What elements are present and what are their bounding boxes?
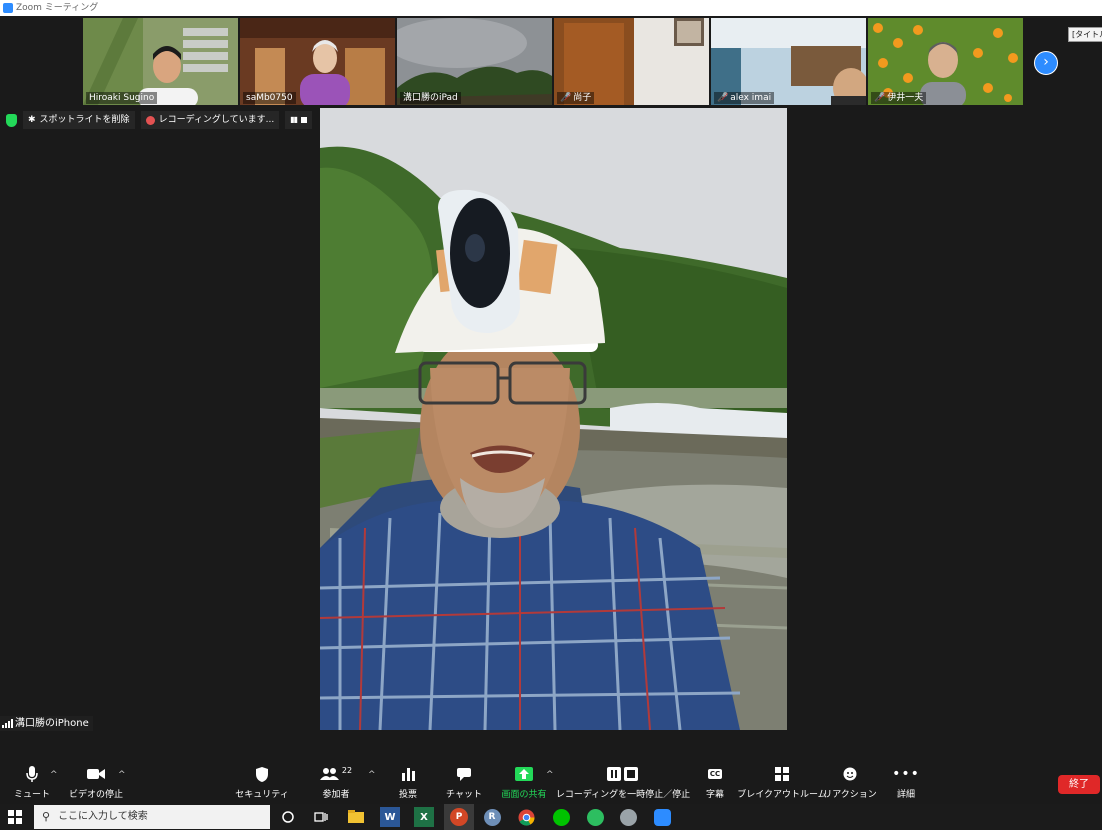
recording-icon: [145, 115, 155, 125]
recording-control-label: レコーディングを一時停止／停止: [555, 790, 691, 800]
microphone-icon: [25, 764, 39, 784]
active-speaker-name: 溝口勝のiPhone: [15, 718, 89, 729]
polls-label: 投票: [398, 790, 417, 800]
stop-video-label: ビデオの停止: [68, 790, 123, 800]
recording-control-button[interactable]: レコーディングを一時停止／停止: [556, 764, 690, 802]
polls-bar-chart-icon: [401, 764, 415, 784]
evernote-icon[interactable]: [585, 807, 605, 827]
window-title: Zoom ミーティング: [16, 3, 99, 13]
reactions-button[interactable]: リアクション: [823, 764, 877, 802]
share-screen-icon: [515, 764, 533, 784]
excel-icon[interactable]: X: [414, 807, 434, 827]
task-view-icon[interactable]: [311, 807, 331, 827]
file-explorer-icon[interactable]: [346, 807, 366, 827]
participant-name: 🎤̸ 尚子: [557, 92, 595, 104]
video-options-caret-icon[interactable]: ^: [118, 770, 126, 780]
meeting-status-bar: ✱ スポットライトを削除 レコーディングしています... ▮▮: [6, 111, 313, 129]
active-speaker-video: [320, 108, 787, 730]
participant-tile[interactable]: 🎤̸ 伊井一夫: [868, 18, 1023, 105]
recording-indicator: レコーディングしています...: [140, 111, 280, 129]
security-button[interactable]: セキュリティ: [235, 764, 289, 802]
participant-name: 溝口勝のiPad: [400, 92, 461, 104]
participants-icon: 22: [319, 764, 353, 784]
signal-strength-icon: [2, 719, 13, 728]
mic-muted-icon: 🎤̸: [560, 93, 572, 103]
more-label: 詳細: [896, 790, 915, 800]
chrome-icon[interactable]: [516, 807, 536, 827]
r-icon[interactable]: R: [482, 807, 502, 827]
next-page-arrow-icon[interactable]: ›: [1034, 51, 1058, 75]
recording-pause-stop: ▮▮: [285, 111, 313, 129]
chat-button[interactable]: チャット: [446, 764, 482, 802]
reactions-label: リアクション: [823, 790, 877, 800]
participants-strip: Hiroaki Sugino saMb0750 溝口勝のiPad 🎤̸ 尚子 🎤…: [0, 16, 1102, 106]
security-label: セキュリティ: [235, 790, 289, 800]
stop-video-button[interactable]: ビデオの停止: [68, 764, 124, 802]
remove-spotlight-button[interactable]: ✱ スポットライトを削除: [23, 111, 135, 129]
participant-tile[interactable]: 溝口勝のiPad: [397, 18, 552, 105]
participant-name: saMb0750: [243, 92, 296, 104]
remove-spotlight-label: スポットライトを削除: [39, 115, 130, 125]
powerpoint-icon[interactable]: P: [444, 804, 474, 830]
share-screen-label: 画面の共有: [501, 790, 547, 800]
taskbar-search-placeholder: ここに入力して検索: [58, 811, 148, 822]
pause-stop-recording-icon: [607, 764, 639, 784]
participants-label: 参加者: [322, 790, 350, 800]
security-shield-icon: [255, 764, 269, 784]
captions-button[interactable]: CC 字幕: [702, 764, 728, 802]
app-icon[interactable]: [618, 807, 638, 827]
more-dots-icon: •••: [892, 766, 920, 782]
audio-options-caret-icon[interactable]: ^: [50, 770, 58, 780]
cortana-circle-icon[interactable]: [278, 807, 298, 827]
more-button[interactable]: ••• 詳細: [892, 764, 920, 802]
video-camera-icon: [86, 764, 106, 784]
windows-taskbar: ⚲ ここに入力して検索 W X P R: [0, 804, 1102, 830]
participants-options-caret-icon[interactable]: ^: [368, 770, 376, 780]
active-speaker-label: 溝口勝のiPhone: [0, 716, 93, 731]
zoom-icon[interactable]: [652, 807, 672, 827]
mute-button[interactable]: ミュート: [14, 764, 50, 802]
breakout-rooms-grid-icon: [775, 764, 789, 784]
polls-button[interactable]: 投票: [394, 764, 422, 802]
mic-muted-icon: 🎤̸: [874, 93, 886, 103]
security-shield-icon[interactable]: [6, 113, 17, 127]
tooltip: [タイトル: [1068, 27, 1102, 42]
meeting-controls-bar: ミュート ^ ビデオの停止 ^ セキュリティ 22 参加者 ^ 投票 チャット: [0, 758, 1102, 804]
search-icon: ⚲: [42, 810, 51, 823]
smiley-reaction-icon: [842, 764, 858, 784]
closed-captions-icon: CC: [707, 769, 723, 779]
breakout-rooms-label: ブレイクアウトルーム: [737, 790, 827, 800]
participant-name: Hiroaki Sugino: [86, 92, 158, 104]
pause-recording-icon[interactable]: ▮▮: [290, 111, 298, 129]
participant-tile[interactable]: 🎤̸ 尚子: [554, 18, 709, 105]
taskbar-search-box[interactable]: ⚲ ここに入力して検索: [34, 805, 270, 829]
word-icon[interactable]: W: [380, 807, 400, 827]
participant-tile[interactable]: saMb0750: [240, 18, 395, 105]
zoom-logo-icon: [3, 3, 13, 13]
chat-bubble-icon: [456, 764, 472, 784]
window-titlebar: Zoom ミーティング: [0, 0, 1102, 16]
participant-name: 🎤̸ 伊井一夫: [871, 92, 927, 104]
share-screen-button[interactable]: 画面の共有: [500, 764, 548, 802]
participant-tile[interactable]: Hiroaki Sugino: [83, 18, 238, 105]
participants-button[interactable]: 22 参加者: [318, 764, 354, 802]
mute-label: ミュート: [14, 790, 51, 800]
line-icon[interactable]: [551, 807, 571, 827]
recording-label: レコーディングしています...: [158, 115, 275, 125]
pin-icon: ✱: [28, 115, 36, 125]
participant-tile[interactable]: 🎤̸ alex imai: [711, 18, 866, 105]
chat-label: チャット: [446, 790, 482, 800]
mic-muted-icon: 🎤̸: [717, 93, 729, 103]
participant-name: 🎤̸ alex imai: [714, 92, 775, 104]
windows-start-icon[interactable]: [8, 810, 22, 824]
captions-label: 字幕: [705, 790, 724, 800]
breakout-rooms-button[interactable]: ブレイクアウトルーム: [737, 764, 827, 802]
share-options-caret-icon[interactable]: ^: [546, 770, 554, 780]
stop-recording-icon[interactable]: [301, 117, 308, 123]
participants-count: 22: [341, 765, 353, 775]
end-meeting-button[interactable]: 終了: [1058, 775, 1100, 794]
